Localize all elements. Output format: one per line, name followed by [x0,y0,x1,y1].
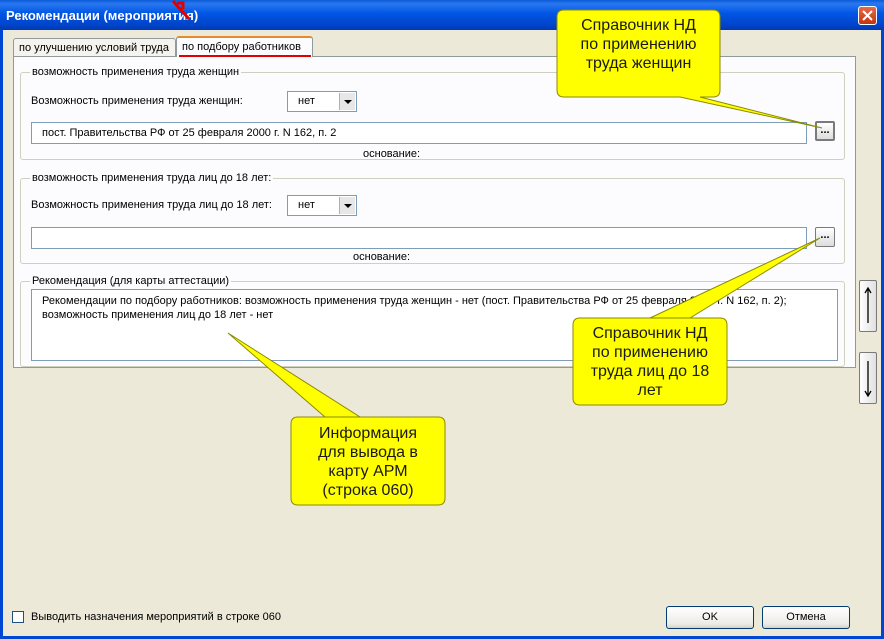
callout-minors-text: Справочник НД по применению труда лиц до 1… [590,325,710,399]
callout-arm-text: Информация для вывода в карту АРМ (строка 0… [318,425,418,499]
annotation-overlay [171,0,823,506]
red-arrow-icon [171,0,191,20]
callout-women-text: Справочник НД по применению труда женщин [580,17,697,72]
